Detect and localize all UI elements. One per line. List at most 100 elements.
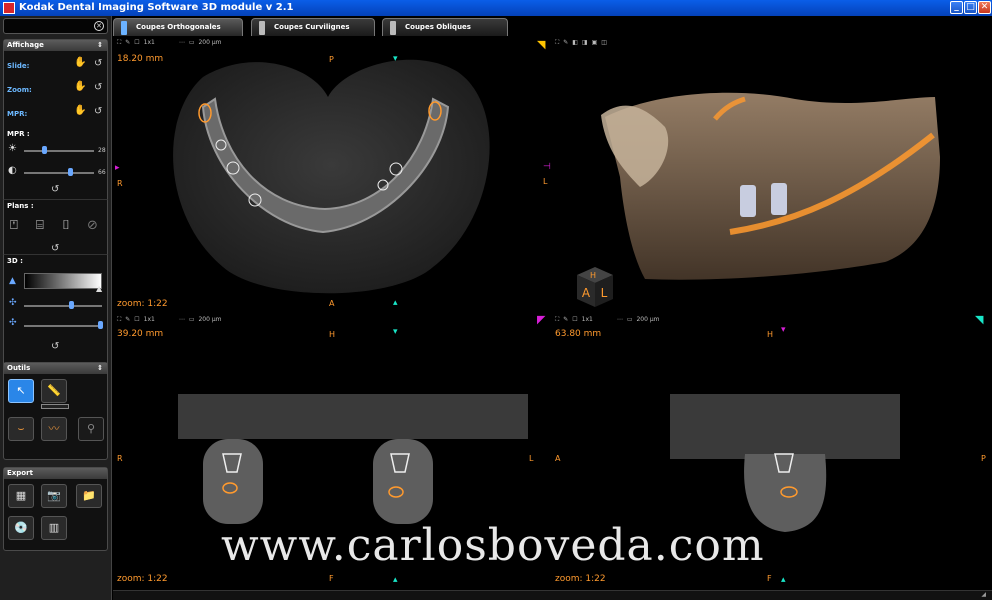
- tab-marker: [121, 21, 127, 35]
- zoom-hand-icon[interactable]: ✋: [74, 82, 86, 92]
- export-title: Export: [7, 469, 33, 477]
- plan-sagittal-icon[interactable]: ⌷: [62, 219, 70, 232]
- density-slider[interactable]: [24, 325, 102, 327]
- slice-marker-icon[interactable]: ▴: [393, 299, 398, 308]
- mpr-label: MPR:: [7, 110, 28, 118]
- plan-coronal-icon[interactable]: ⌸: [36, 219, 44, 232]
- axial-orient-bottom: A: [329, 299, 335, 308]
- outils-title: Outils: [7, 364, 31, 372]
- open-folder-button[interactable]: 📁: [76, 484, 102, 508]
- export-header[interactable]: Export: [4, 468, 107, 479]
- threshold-icon: ✣: [9, 298, 17, 308]
- implant-tool[interactable]: ⚲: [78, 417, 104, 441]
- app-window: Kodak Dental Imaging Software 3D module …: [0, 0, 992, 600]
- contrast-icon: ◐: [8, 165, 17, 176]
- tab-label: Coupes Obliques: [405, 23, 471, 31]
- sagittal-orient-right: P: [981, 454, 986, 463]
- collapse-icon[interactable]: ⇕: [97, 363, 103, 374]
- three-d-reset-icon[interactable]: ↺: [51, 341, 59, 352]
- mpr-section: MPR : ☀ 28 ◐ 66 ↺: [3, 128, 108, 206]
- coronal-thickness: 39.20 mm: [117, 329, 164, 339]
- opacity-gradient[interactable]: [24, 273, 102, 289]
- close-circle-icon[interactable]: ✕: [94, 21, 104, 31]
- density-icon: ✣: [9, 318, 17, 328]
- tab-coupes-curvilignes[interactable]: Coupes Curvilignes: [251, 18, 375, 36]
- slide-hand-icon[interactable]: ✋: [74, 58, 86, 68]
- mpr-reset-icon[interactable]: ↺: [51, 184, 59, 195]
- panoramic-curve-tool[interactable]: ⌣: [8, 417, 34, 441]
- mpr-reset-icon[interactable]: ↺: [94, 106, 102, 117]
- select-pointer-tool[interactable]: ↖: [8, 379, 34, 403]
- close-button[interactable]: ✕: [978, 1, 991, 14]
- slice-marker-icon[interactable]: ▴: [781, 576, 786, 585]
- threshold-slider-knob[interactable]: [69, 301, 75, 309]
- collapse-icon[interactable]: ⇕: [97, 40, 103, 51]
- outils-section: Outils ⇕ ↖ 📏 ⌣ 〰 ⚲: [3, 362, 108, 460]
- orientation-cube[interactable]: H A L: [573, 265, 618, 310]
- contrast-slider[interactable]: [24, 172, 94, 174]
- mpr-header: MPR :: [7, 130, 30, 138]
- export-film-button[interactable]: ▦: [8, 484, 34, 508]
- minimize-button[interactable]: _: [950, 1, 963, 14]
- threshold-slider[interactable]: [24, 305, 102, 307]
- slice-marker-icon[interactable]: ▸: [115, 164, 120, 173]
- zoom-reset-icon[interactable]: ↺: [94, 82, 102, 93]
- sidebar-search-field[interactable]: ✕: [3, 18, 108, 34]
- sagittal-thickness: 63.80 mm: [555, 329, 602, 339]
- coronal-orient-left: R: [117, 454, 123, 463]
- plans-reset-icon[interactable]: ↺: [51, 243, 59, 254]
- slice-marker-icon[interactable]: ▾: [393, 328, 398, 337]
- capture-camera-button[interactable]: 📷: [41, 484, 67, 508]
- affichage-header[interactable]: Affichage ⇕: [4, 40, 107, 51]
- sagittal-orient-left: A: [555, 454, 561, 463]
- brightness-icon: ☀: [8, 143, 17, 154]
- brightness-value: 28: [98, 147, 106, 154]
- affichage-title: Affichage: [7, 41, 44, 49]
- axial-orient-top: P: [329, 55, 334, 64]
- axial-orient-left: R: [117, 179, 123, 188]
- maximize-button[interactable]: □: [964, 1, 977, 14]
- slice-marker-icon[interactable]: ▴: [393, 576, 398, 585]
- contrast-slider-knob[interactable]: [68, 168, 74, 176]
- export-section: Export ▦ 📷 📁 💿 ▥: [3, 467, 108, 551]
- plan-axial-icon[interactable]: ⍞: [10, 219, 18, 232]
- coronal-orient-right: L: [529, 454, 534, 463]
- tab-marker: [390, 21, 396, 35]
- slide-reset-icon[interactable]: ↺: [94, 58, 102, 69]
- nerve-canal-tool[interactable]: 〰: [41, 417, 67, 441]
- opacity-icon: ▲: [9, 276, 16, 286]
- cube-face-top: H: [590, 271, 596, 280]
- sagittal-zoom: zoom: 1:22: [555, 574, 606, 584]
- ruler-tool[interactable]: 📏: [41, 379, 67, 403]
- tab-coupes-orthogonales[interactable]: Coupes Orthogonales: [113, 18, 243, 36]
- affichage-section: Affichage ⇕ Slide: ✋ ↺ Zoom: ✋ ↺ MPR: ✋ ↺: [3, 39, 108, 138]
- sagittal-orient-top: H: [767, 330, 774, 339]
- plan-oblique-icon[interactable]: ⊘: [87, 219, 98, 232]
- axial-slice-image: [173, 59, 490, 294]
- tools-sidebar: ✕ Affichage ⇕ Slide: ✋ ↺ Zoom: ✋ ↺ MPR: ✋…: [0, 16, 112, 600]
- status-bar: ◢: [113, 590, 992, 600]
- tab-label: Coupes Orthogonales: [136, 23, 221, 31]
- mpr-hand-icon[interactable]: ✋: [74, 106, 86, 116]
- print-layout-button[interactable]: ▥: [41, 516, 67, 540]
- outils-header[interactable]: Outils ⇕: [4, 363, 107, 374]
- three-d-header: 3D :: [7, 257, 23, 265]
- density-slider-knob[interactable]: [98, 321, 103, 329]
- brightness-slider[interactable]: [24, 150, 94, 152]
- coronal-orient-top: H: [329, 330, 336, 339]
- tab-coupes-obliques[interactable]: Coupes Obliques: [382, 18, 508, 36]
- view-tabs: Coupes Orthogonales Coupes Curvilignes C…: [113, 16, 992, 36]
- gradient-marker-icon[interactable]: ▲: [96, 285, 102, 293]
- tab-marker: [259, 21, 265, 35]
- burn-cd-button[interactable]: 💿: [8, 516, 34, 540]
- slide-label: Slide:: [7, 62, 30, 70]
- resize-grip-icon[interactable]: ◢: [981, 591, 986, 598]
- axial-zoom: zoom: 1:22: [117, 299, 168, 309]
- ruler-tool-dropdown[interactable]: [41, 404, 69, 409]
- volume-render-viewport[interactable]: ⛶ ✎ ◧ ◨ ▣ ◫ ◥ L ⊣ H A L: [535, 37, 992, 313]
- axial-viewport[interactable]: ⛶ ✎ ☐ 1x1 ⋯ ▭ 200 µm 18.20 mm P R A zoom: 1:22…: [113, 37, 534, 313]
- slice-marker-icon[interactable]: ▾: [393, 55, 398, 64]
- brightness-slider-knob[interactable]: [41, 146, 47, 154]
- three-d-section: 3D : ▲ ▲ ✣ ✣ ↺: [3, 254, 108, 370]
- slice-marker-icon[interactable]: ▾: [781, 326, 786, 335]
